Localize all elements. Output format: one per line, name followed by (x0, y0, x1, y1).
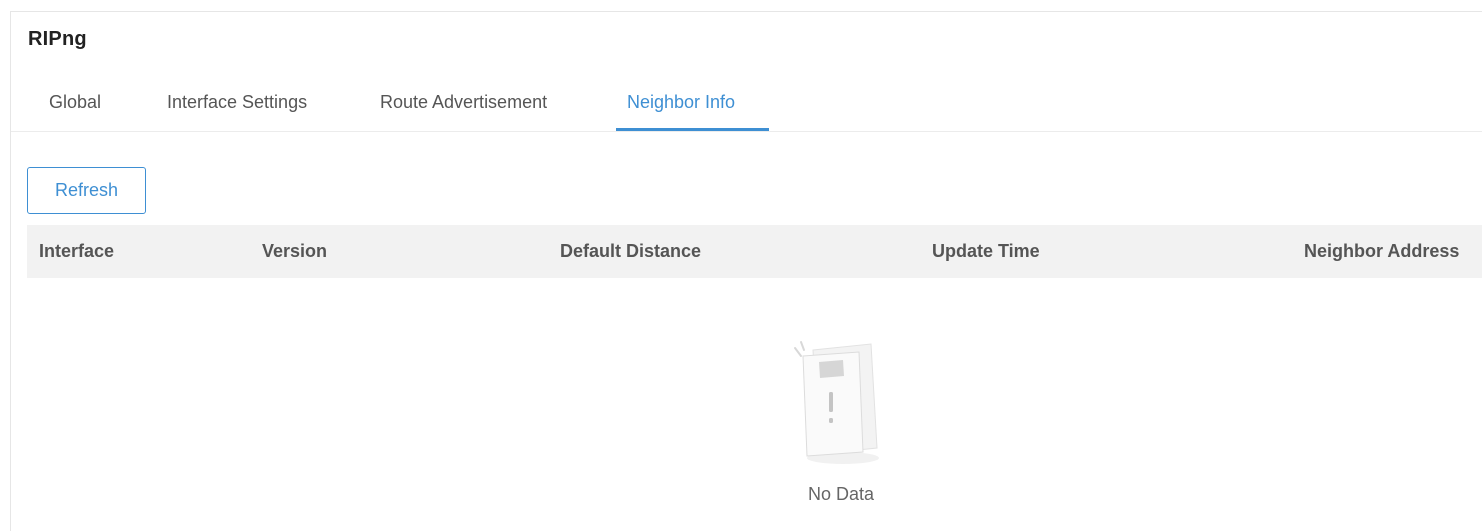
refresh-button[interactable]: Refresh (27, 167, 146, 214)
active-tab-indicator (616, 128, 769, 131)
column-header-update-time[interactable]: Update Time (932, 241, 1040, 262)
ripng-panel: RIPng Global Interface Settings Route Ad… (10, 11, 1482, 531)
column-header-neighbor-address[interactable]: Neighbor Address (1304, 241, 1459, 262)
column-header-default-distance[interactable]: Default Distance (560, 241, 701, 262)
tab-global[interactable]: Global (49, 92, 101, 113)
tab-route-advertisement[interactable]: Route Advertisement (380, 92, 547, 113)
empty-state-text: No Data (807, 484, 875, 504)
tab-bar: Global Interface Settings Route Advertis… (11, 84, 1482, 132)
empty-state: No Data (771, 332, 911, 522)
table-header: Interface Version Default Distance Updat… (27, 225, 1482, 278)
tab-interface-settings[interactable]: Interface Settings (167, 92, 307, 113)
column-header-version[interactable]: Version (262, 241, 327, 262)
empty-box-icon (794, 341, 879, 464)
tab-neighbor-info[interactable]: Neighbor Info (627, 92, 735, 113)
column-header-interface[interactable]: Interface (39, 241, 114, 262)
page-title: RIPng (28, 28, 87, 50)
